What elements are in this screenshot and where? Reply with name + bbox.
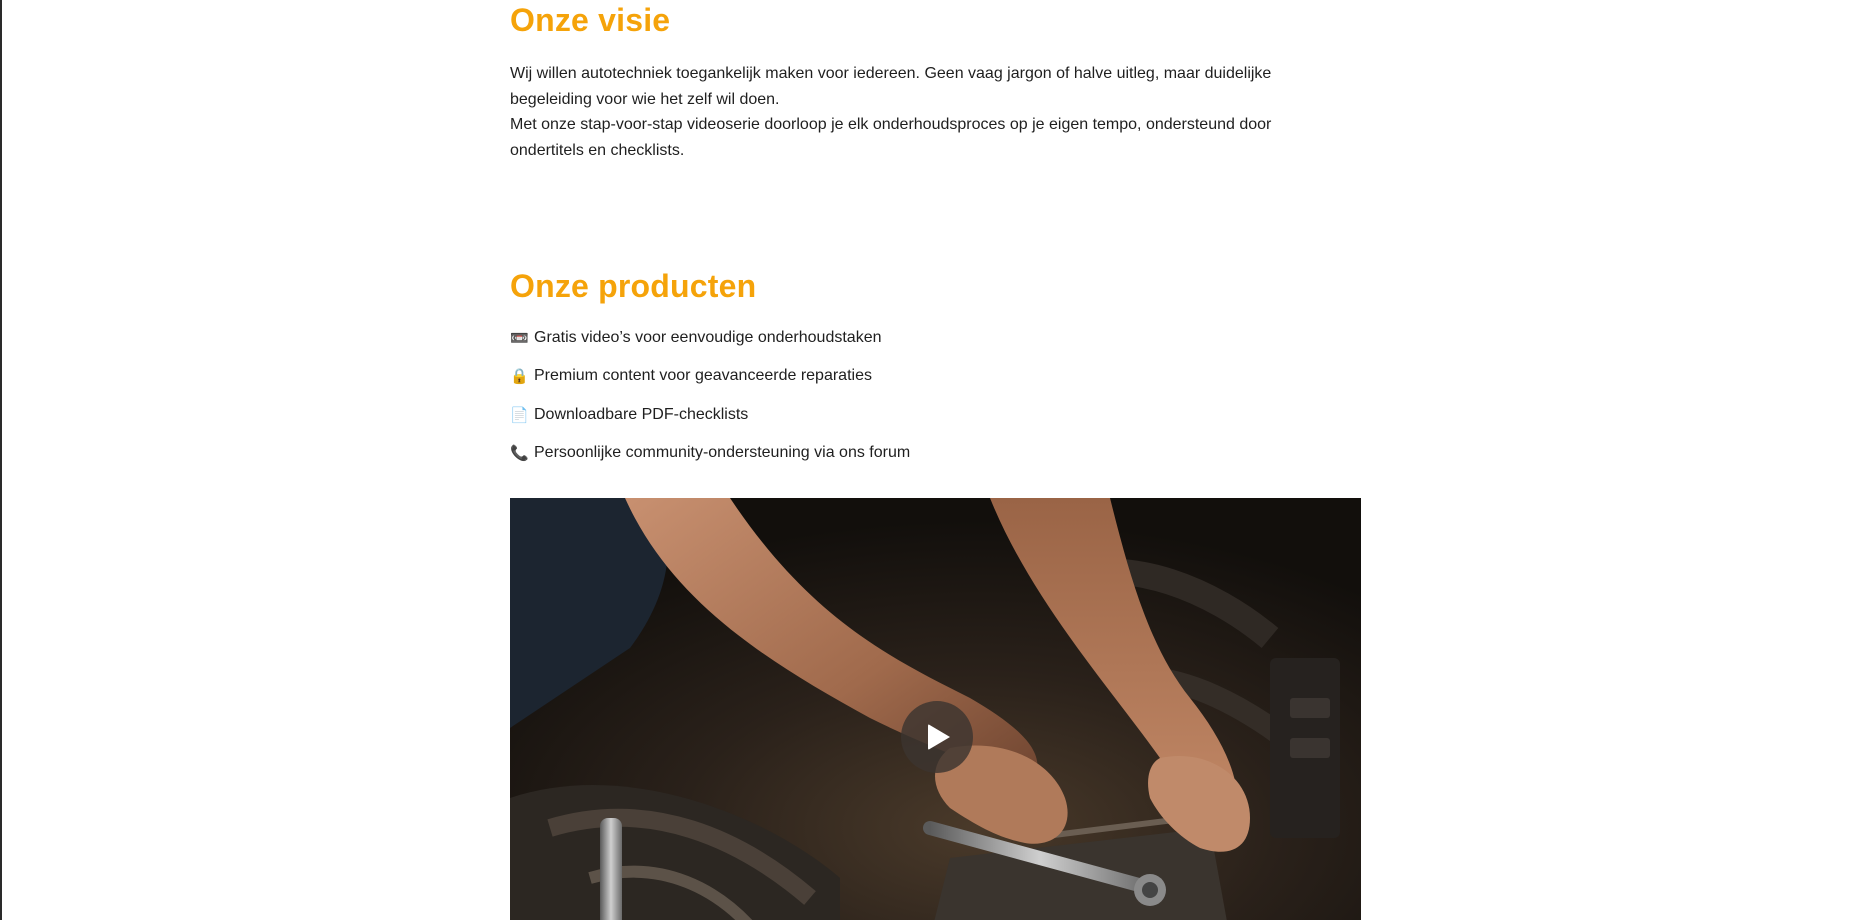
product-label: Gratis video’s voor eenvoudige onderhoud… <box>534 329 882 346</box>
play-button[interactable] <box>901 701 973 773</box>
video-tape-icon: 📼 <box>510 329 529 347</box>
list-item: 📼 Gratis video’s voor eenvoudige onderho… <box>510 325 910 363</box>
list-item: 📞 Persoonlijke community-ondersteuning v… <box>510 440 910 478</box>
play-icon <box>928 724 950 750</box>
list-item: 🔒 Premium content voor geavanceerde repa… <box>510 363 910 401</box>
product-label: Persoonlijke community-ondersteuning via… <box>534 443 911 461</box>
products-heading: Onze producten <box>510 268 757 304</box>
lock-icon: 🔒 <box>510 367 529 386</box>
products-list: 📼 Gratis video’s voor eenvoudige onderho… <box>510 325 910 478</box>
vision-text: Wij willen autotechniek toegankelijk mak… <box>510 61 1300 163</box>
list-item: 📄 Downloadbare PDF-checklists <box>510 402 910 440</box>
document-icon: 📄 <box>510 405 529 424</box>
product-label: Downloadbare PDF-checklists <box>534 405 749 423</box>
page: Onze visie Wij willen autotechniek toega… <box>0 0 1855 920</box>
vision-paragraph-2: Met onze stap-voor-stap videoserie doorl… <box>510 116 1272 159</box>
product-label: Premium content voor geavanceerde repara… <box>534 367 872 385</box>
vision-paragraph-1: Wij willen autotechniek toegankelijk mak… <box>510 65 1272 108</box>
phone-icon: 📞 <box>510 443 529 462</box>
vision-heading: Onze visie <box>510 2 671 38</box>
video-player[interactable] <box>510 498 1361 920</box>
